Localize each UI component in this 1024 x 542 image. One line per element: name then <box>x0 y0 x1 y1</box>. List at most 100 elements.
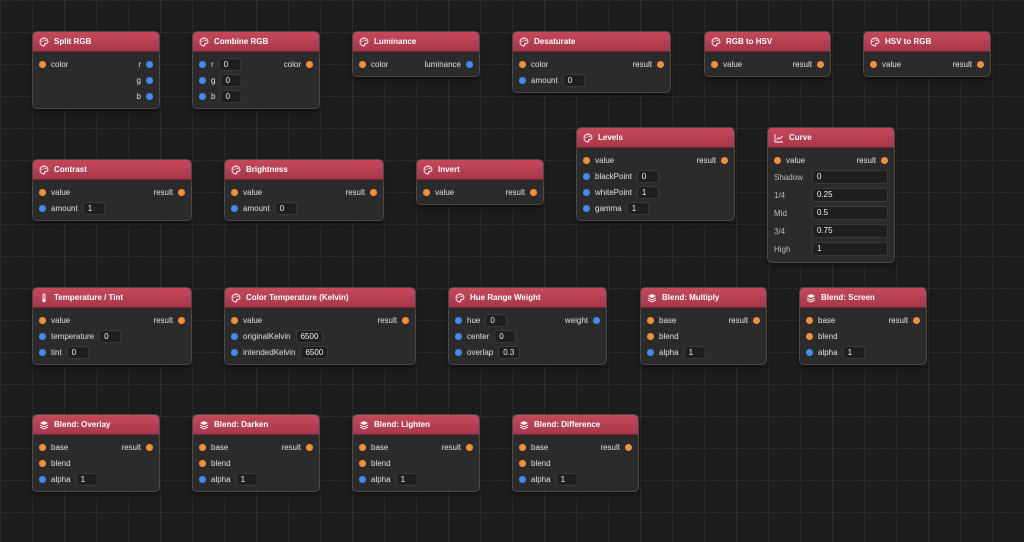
value-field[interactable]: 1 <box>235 472 258 486</box>
curve-point-field[interactable]: 0 <box>812 170 888 184</box>
node-luminance[interactable]: Luminance color luminance <box>352 31 480 77</box>
node-color-temperature[interactable]: Color Temperature (Kelvin) value result o… <box>224 287 416 365</box>
input-port[interactable] <box>39 332 46 340</box>
node-header[interactable]: Split RGB <box>33 32 159 52</box>
value-field[interactable]: 0 <box>218 57 241 71</box>
value-field[interactable]: 0 <box>494 329 517 343</box>
value-field[interactable]: 0 <box>562 73 585 87</box>
output-port[interactable] <box>977 60 984 68</box>
value-field[interactable]: 0 <box>636 169 659 183</box>
value-field[interactable]: 1 <box>683 345 706 359</box>
output-port[interactable] <box>402 316 409 324</box>
node-blend-overlay[interactable]: Blend: Overlay base result blend alpha 1 <box>32 414 160 492</box>
input-port[interactable] <box>583 156 590 164</box>
curve-point-field[interactable]: 0.5 <box>812 206 888 220</box>
node-header[interactable]: Levels <box>577 128 734 148</box>
input-port[interactable] <box>519 475 526 483</box>
value-field[interactable]: 0 <box>220 89 243 103</box>
input-port[interactable] <box>199 475 206 483</box>
input-port[interactable] <box>519 443 526 451</box>
node-blend-multiply[interactable]: Blend: Multiply base result blend alpha 1 <box>640 287 767 365</box>
input-port[interactable] <box>39 60 46 68</box>
input-port[interactable] <box>39 204 46 212</box>
node-temperature-tint[interactable]: Temperature / Tint value result temperatu… <box>32 287 192 365</box>
node-header[interactable]: Blend: Overlay <box>33 415 159 435</box>
input-port[interactable] <box>39 316 46 324</box>
value-field[interactable]: 1 <box>626 201 649 215</box>
value-field[interactable]: 1 <box>842 345 865 359</box>
input-port[interactable] <box>455 332 462 340</box>
node-header[interactable]: Color Temperature (Kelvin) <box>225 288 415 308</box>
node-header[interactable]: HSV to RGB <box>864 32 990 52</box>
value-field[interactable]: 0 <box>485 313 508 327</box>
output-port[interactable] <box>913 316 920 324</box>
node-header[interactable]: Blend: Lighten <box>353 415 479 435</box>
input-port[interactable] <box>519 76 526 84</box>
node-header[interactable]: Contrast <box>33 160 191 180</box>
value-field[interactable]: 0 <box>99 329 122 343</box>
input-port[interactable] <box>806 316 813 324</box>
curve-point-field[interactable]: 1 <box>812 242 888 256</box>
output-port[interactable] <box>881 156 888 164</box>
input-port[interactable] <box>455 316 462 324</box>
value-field[interactable]: 1 <box>555 472 578 486</box>
node-header[interactable]: Desaturate <box>513 32 670 52</box>
input-port[interactable] <box>199 459 206 467</box>
value-field[interactable]: 0 <box>220 73 243 87</box>
input-port[interactable] <box>231 332 238 340</box>
node-header[interactable]: Blend: Difference <box>513 415 638 435</box>
input-port[interactable] <box>519 459 526 467</box>
input-port[interactable] <box>39 348 46 356</box>
input-port[interactable] <box>39 188 46 196</box>
input-port[interactable] <box>647 332 654 340</box>
output-port[interactable] <box>817 60 824 68</box>
node-hue-range-weight[interactable]: Hue Range Weight hue 0 weight center 0 over… <box>448 287 607 365</box>
input-port[interactable] <box>583 172 590 180</box>
input-port[interactable] <box>199 76 206 84</box>
value-field[interactable]: 6500 <box>295 329 324 343</box>
input-port[interactable] <box>231 348 238 356</box>
value-field[interactable]: 1 <box>636 185 659 199</box>
input-port[interactable] <box>423 188 430 196</box>
value-field[interactable]: 1 <box>82 201 105 215</box>
input-port[interactable] <box>647 316 654 324</box>
input-port[interactable] <box>231 316 238 324</box>
output-port[interactable] <box>625 443 632 451</box>
input-port[interactable] <box>231 204 238 212</box>
input-port[interactable] <box>806 332 813 340</box>
output-port[interactable] <box>466 60 473 68</box>
input-port[interactable] <box>774 156 781 164</box>
value-field[interactable]: 0 <box>274 201 297 215</box>
node-header[interactable]: Hue Range Weight <box>449 288 606 308</box>
curve-point-field[interactable]: 0.25 <box>812 188 888 202</box>
node-blend-screen[interactable]: Blend: Screen base result blend alpha 1 <box>799 287 927 365</box>
output-port[interactable] <box>370 188 377 196</box>
input-port[interactable] <box>39 459 46 467</box>
node-blend-lighten[interactable]: Blend: Lighten base result blend alpha 1 <box>352 414 480 492</box>
input-port[interactable] <box>806 348 813 356</box>
curve-point-field[interactable]: 0.75 <box>812 224 888 238</box>
node-contrast[interactable]: Contrast value result amount 1 <box>32 159 192 221</box>
value-field[interactable]: 1 <box>75 472 98 486</box>
output-port[interactable] <box>146 76 153 84</box>
value-field[interactable]: 6500 <box>300 345 329 359</box>
input-port[interactable] <box>711 60 718 68</box>
output-port[interactable] <box>146 60 153 68</box>
node-brightness[interactable]: Brightness value result amount 0 <box>224 159 384 221</box>
node-header[interactable]: Combine RGB <box>193 32 319 52</box>
output-port[interactable] <box>753 316 760 324</box>
input-port[interactable] <box>583 188 590 196</box>
output-port[interactable] <box>306 443 313 451</box>
input-port[interactable] <box>39 475 46 483</box>
node-header[interactable]: Brightness <box>225 160 383 180</box>
node-header[interactable]: Blend: Multiply <box>641 288 766 308</box>
node-header[interactable]: Blend: Darken <box>193 415 319 435</box>
input-port[interactable] <box>231 188 238 196</box>
input-port[interactable] <box>870 60 877 68</box>
node-header[interactable]: Blend: Screen <box>800 288 926 308</box>
node-blend-difference[interactable]: Blend: Difference base result blend alpha… <box>512 414 639 492</box>
output-port[interactable] <box>593 316 600 324</box>
output-port[interactable] <box>466 443 473 451</box>
node-header[interactable]: Invert <box>417 160 543 180</box>
input-port[interactable] <box>39 443 46 451</box>
